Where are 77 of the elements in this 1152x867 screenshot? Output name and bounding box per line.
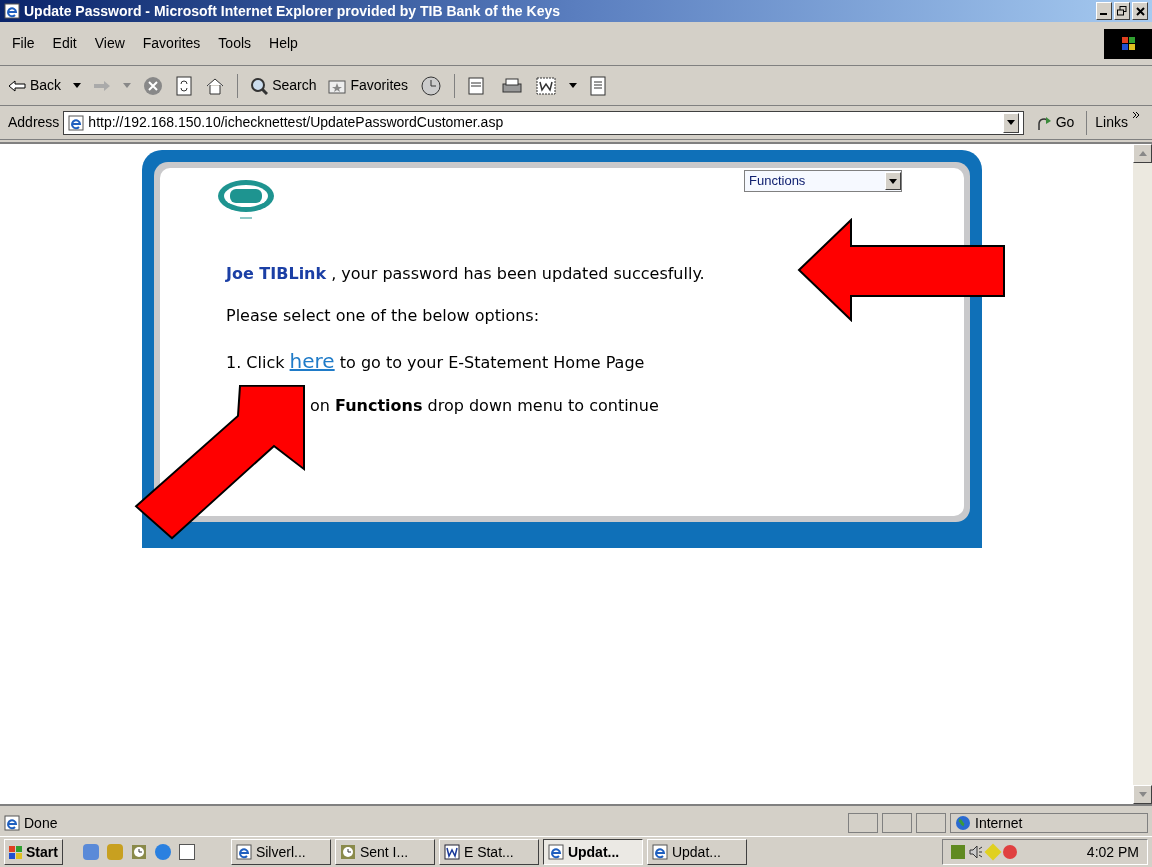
windows-logo-icon — [9, 845, 22, 859]
caret-icon — [889, 178, 897, 184]
caret-icon — [1138, 792, 1147, 797]
success-message: , your password has been updated succesfully. — [331, 263, 705, 285]
back-arrow-icon — [8, 79, 26, 92]
caret-icon[interactable] — [569, 83, 578, 88]
speaker-icon[interactable] — [969, 845, 983, 859]
menu-item[interactable]: Tools — [218, 33, 252, 54]
instruction-text: Please select one of the below options: — [226, 305, 541, 327]
status-text: Done — [24, 813, 59, 833]
option-text: 1. Click here to go to your E-Statement Home Page — [226, 348, 646, 375]
scroll-down-button[interactable] — [1133, 785, 1152, 804]
scrollbar[interactable] — [1133, 144, 1152, 804]
refresh-icon[interactable] — [175, 75, 194, 96]
document-icon — [443, 844, 460, 860]
go-button[interactable]: Go — [1027, 112, 1083, 133]
status-pane — [882, 813, 912, 833]
close-button[interactable] — [1132, 2, 1148, 20]
links-button[interactable]: Links — [1091, 112, 1144, 133]
menu-item[interactable]: Edit — [52, 33, 77, 54]
bank-logo — [216, 178, 276, 222]
menu-item[interactable]: Favorites — [142, 33, 201, 54]
favorites-button[interactable]: Favorites — [328, 75, 409, 96]
menu-item[interactable]: Help — [269, 33, 298, 54]
taskbar-button[interactable]: Updat... — [646, 839, 747, 865]
back-button[interactable]: Back — [8, 75, 62, 96]
option-text: on Functions drop down menu to continue — [309, 395, 659, 417]
taskbar-button[interactable]: Updat... — [542, 839, 643, 865]
globe-icon — [955, 815, 971, 831]
taskbar-button[interactable]: Sent I... — [334, 839, 435, 865]
restore-button[interactable] — [1114, 2, 1130, 20]
page-icon — [68, 114, 85, 131]
edit-icon[interactable] — [535, 75, 558, 96]
functions-select[interactable]: Functions — [744, 170, 902, 192]
note-icon[interactable] — [589, 75, 608, 96]
clock-icon — [130, 844, 147, 860]
print-icon[interactable] — [501, 75, 524, 96]
start-button[interactable]: Start — [4, 839, 63, 865]
restore-icon — [1117, 6, 1127, 16]
address-text: http://192.168.150.10/ichecknettest/UpdatePasswordCustomer.asp — [88, 113, 505, 132]
star-folder-icon — [328, 77, 347, 94]
search-button[interactable]: Search — [250, 75, 317, 96]
browser-icon — [651, 844, 668, 860]
stop-icon[interactable] — [143, 75, 164, 96]
status-pane — [848, 813, 878, 833]
browser-icon — [547, 844, 564, 860]
menu-item[interactable]: File — [12, 33, 35, 54]
clock-text: 4:02 PM — [1086, 842, 1139, 862]
tray-icon[interactable] — [1003, 845, 1017, 859]
address-label: Address — [8, 113, 60, 132]
window-title: Update Password - Microsoft Internet Explorer provided by TIB Bank of the Keys — [24, 1, 560, 21]
dropdown-button[interactable] — [1002, 112, 1019, 133]
taskbar-button[interactable]: Silverl... — [230, 839, 331, 865]
launch-icon[interactable] — [178, 844, 195, 860]
caret-icon — [1138, 151, 1147, 156]
browser-icon — [235, 844, 252, 860]
chevron-icon — [1132, 112, 1140, 118]
history-icon[interactable] — [420, 74, 443, 97]
user-name: Joe TIBLink — [226, 263, 327, 285]
scroll-up-button[interactable] — [1133, 144, 1152, 163]
zone-text: Internet — [975, 813, 1023, 833]
here-link[interactable]: here — [289, 349, 335, 373]
minimize-button[interactable] — [1096, 2, 1112, 20]
clock-icon — [339, 844, 356, 860]
page-icon — [4, 815, 20, 831]
caret-icon — [1006, 120, 1015, 125]
address-field[interactable]: http://192.168.150.10/ichecknettest/UpdatePasswordCustomer.asp — [63, 110, 1024, 135]
taskbar-button[interactable]: E Stat... — [438, 839, 539, 865]
dropdown-button[interactable] — [885, 172, 901, 190]
go-arrow-icon — [1035, 114, 1052, 131]
search-icon — [250, 76, 269, 95]
menu-item[interactable]: View — [94, 33, 125, 54]
close-icon — [1135, 6, 1145, 16]
caret-icon[interactable] — [73, 83, 82, 88]
browser-icon — [4, 3, 20, 19]
windows-logo-icon — [1104, 28, 1152, 59]
status-pane — [916, 813, 946, 833]
